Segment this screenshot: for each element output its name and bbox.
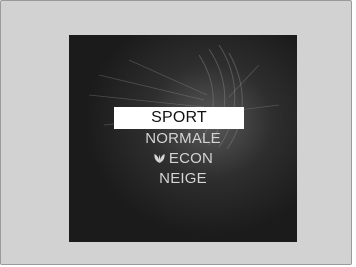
menu-item-sport[interactable]: SPORT bbox=[114, 107, 244, 129]
menu-item-normale[interactable]: NORMALE bbox=[69, 129, 297, 149]
menu-item-econ[interactable]: ECON bbox=[69, 149, 297, 169]
leaf-icon bbox=[154, 154, 165, 163]
menu-item-label: ECON bbox=[168, 150, 214, 167]
menu-item-neige[interactable]: NEIGE bbox=[69, 169, 297, 189]
menu-item-label: NEIGE bbox=[159, 170, 207, 187]
menu-item-label: NORMALE bbox=[145, 130, 221, 147]
menu-item-label: SPORT bbox=[151, 109, 207, 126]
display-screen: SPORT NORMALE ECON NEIGE bbox=[69, 35, 297, 242]
drive-mode-menu: SPORT NORMALE ECON NEIGE bbox=[69, 107, 297, 189]
illustration-frame: SPORT NORMALE ECON NEIGE bbox=[0, 0, 352, 265]
